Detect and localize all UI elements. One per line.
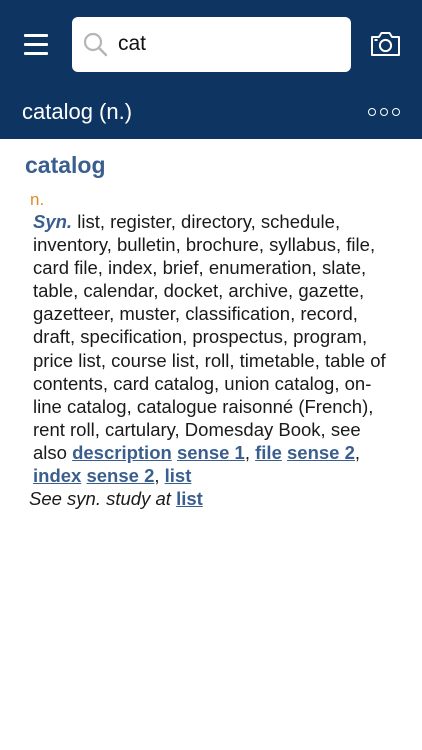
xref-separator: , [154,465,160,487]
xref-separator: , [354,441,361,463]
xref-link-file[interactable]: file [255,442,282,463]
xref-sense-index[interactable]: sense 2 [86,465,154,486]
top-bar: cat catalog (n.) [0,0,422,139]
headword: catalog [25,152,106,178]
search-query: cat [118,32,147,55]
xref-link-index[interactable]: index [33,465,81,486]
xref-sense-file[interactable]: sense 2 [287,442,355,463]
synonym-list: Syn. list, register, directory, schedule… [33,210,399,487]
study-link[interactable]: list [176,488,203,509]
search-icon [83,32,108,57]
search-input[interactable]: cat [72,17,351,72]
entry-title: catalog (n.) [22,99,133,124]
part-of-speech: n. [30,190,45,209]
xref-link-description[interactable]: description [72,442,172,463]
syn-label: Syn. [33,211,73,232]
hamburger-menu-icon[interactable] [24,34,48,55]
camera-icon[interactable] [369,30,402,58]
xref-separator: , [244,441,250,463]
xref-sense-description[interactable]: sense 1 [177,442,245,463]
more-options-icon[interactable] [368,107,402,117]
xref-link-list[interactable]: list [165,465,192,486]
synonym-text: list, register, directory, schedule, inv… [33,211,386,463]
synonym-study-note: See syn. study at list [29,488,203,510]
study-label: See syn. study at [29,488,171,509]
